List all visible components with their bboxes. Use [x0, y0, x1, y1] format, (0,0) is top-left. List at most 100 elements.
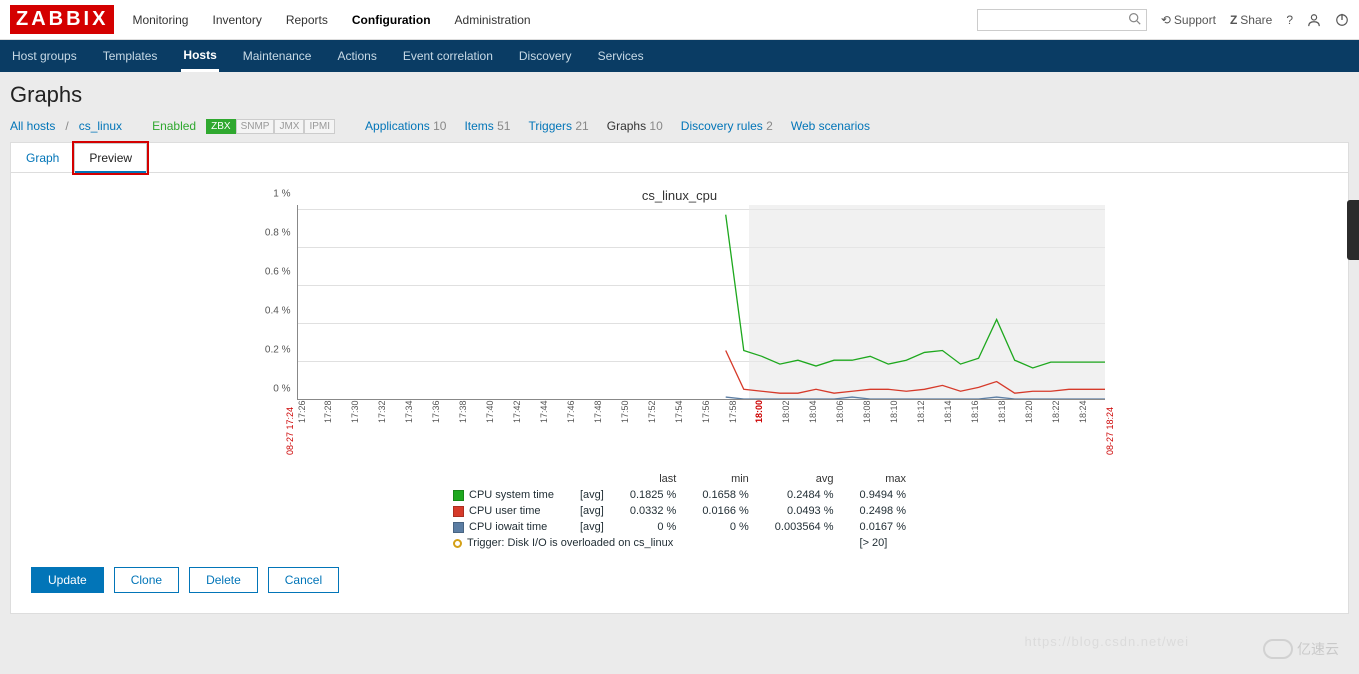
share-icon: Z [1230, 13, 1237, 27]
cancel-button[interactable]: Cancel [268, 567, 339, 593]
sub-menu-hosts[interactable]: Hosts [181, 40, 218, 72]
user-icon[interactable] [1307, 13, 1321, 27]
update-button[interactable]: Update [31, 567, 104, 593]
x-tick: 17:46 [566, 400, 593, 455]
x-tick: 17:38 [458, 400, 485, 455]
top-menu-monitoring[interactable]: Monitoring [129, 3, 191, 37]
x-tick: 18:00 [754, 400, 781, 455]
cloud-icon [1263, 639, 1293, 659]
clone-button[interactable]: Clone [114, 567, 179, 593]
x-tick: 18:18 [997, 400, 1024, 455]
top-menu-reports[interactable]: Reports [283, 3, 331, 37]
x-axis: 17:2617:2817:3017:3217:3417:3617:3817:40… [297, 400, 1105, 455]
x-tick: 17:48 [593, 400, 620, 455]
top-menu-inventory[interactable]: Inventory [209, 3, 264, 37]
share-link[interactable]: Z Share [1230, 13, 1272, 27]
support-label: Support [1174, 13, 1216, 27]
legend-header: last [618, 472, 688, 486]
badge-ipmi: IPMI [304, 119, 335, 134]
tab-preview[interactable]: Preview [74, 143, 147, 173]
x-tick: 18:22 [1051, 400, 1078, 455]
sub-menu-maintenance[interactable]: Maintenance [241, 40, 314, 72]
x-tick: 18:02 [781, 400, 808, 455]
legend-header: max [848, 472, 918, 486]
sub-menu-actions[interactable]: Actions [335, 40, 378, 72]
x-tick: 17:56 [701, 400, 728, 455]
hostnav-discovery-rules[interactable]: Discovery rules 2 [681, 119, 773, 133]
y-axis: 0 %0.2 %0.4 %0.6 %0.8 %1 % [255, 205, 297, 400]
x-tick: 17:54 [674, 400, 701, 455]
sub-menu-services[interactable]: Services [596, 40, 646, 72]
search-input[interactable] [977, 9, 1147, 31]
chart: cs_linux_cpu 0 %0.2 %0.4 %0.6 %0.8 %1 % … [255, 188, 1105, 552]
search-icon [1128, 12, 1141, 28]
delete-button[interactable]: Delete [189, 567, 258, 593]
hostnav-items[interactable]: Items 51 [464, 119, 510, 133]
plot-area [297, 205, 1105, 400]
x-tick: 17:30 [350, 400, 377, 455]
breadcrumb-sep: / [65, 119, 68, 133]
x-tick: 17:36 [431, 400, 458, 455]
badge-snmp: SNMP [236, 119, 275, 134]
sub-menu-templates[interactable]: Templates [101, 40, 160, 72]
hostnav-applications[interactable]: Applications 10 [365, 119, 446, 133]
top-menu-configuration[interactable]: Configuration [349, 3, 434, 37]
sub-menu-host-groups[interactable]: Host groups [10, 40, 79, 72]
hostnav-web-scenarios[interactable]: Web scenarios [791, 119, 870, 133]
x-tick: 18:24 [1078, 400, 1105, 455]
hostnav-graphs[interactable]: Graphs 10 [607, 119, 663, 133]
x-tick: 17:28 [323, 400, 350, 455]
support-link[interactable]: ⟲ Support [1161, 13, 1216, 27]
x-tick: 17:40 [485, 400, 512, 455]
y-tick: 0 % [273, 384, 290, 395]
x-tick: 17:34 [404, 400, 431, 455]
page-title: Graphs [10, 82, 1349, 108]
sub-menu-event-correlation[interactable]: Event correlation [401, 40, 495, 72]
x-tick: 18:06 [835, 400, 862, 455]
x-tick: 18:20 [1024, 400, 1051, 455]
form-tabs: GraphPreview [10, 142, 1349, 172]
watermark-brand: 亿速云 [1263, 639, 1339, 659]
share-label: Share [1240, 13, 1272, 27]
badge-zbx: ZBX [206, 119, 235, 134]
trigger-row: Trigger: Disk I/O is overloaded on cs_li… [441, 536, 918, 550]
logo[interactable]: ZABBIX [10, 5, 114, 34]
y-tick: 0.2 % [265, 345, 291, 356]
host-context-bar: All hosts / cs_linux Enabled ZBXSNMPJMXI… [10, 118, 1349, 134]
side-scroll-handle[interactable] [1347, 200, 1359, 260]
y-tick: 1 % [273, 189, 290, 200]
x-tick: 18:16 [970, 400, 997, 455]
tab-graph[interactable]: Graph [11, 143, 74, 173]
y-tick: 0.8 % [265, 228, 291, 239]
watermark-url: https://blog.csdn.net/wei [1025, 634, 1189, 649]
x-tick: 18:08 [862, 400, 889, 455]
watermark-text: 亿速云 [1297, 639, 1339, 659]
action-buttons: Update Clone Delete Cancel [31, 567, 1328, 593]
legend-header: avg [763, 472, 846, 486]
x-tick: 17:58 [728, 400, 755, 455]
top-menu: Monitoring Inventory Reports Configuration A… [129, 3, 976, 37]
breadcrumb-all-hosts[interactable]: All hosts [10, 119, 55, 133]
top-menu-administration[interactable]: Administration [452, 3, 534, 37]
x-tick: 18:12 [916, 400, 943, 455]
top-bar: ZABBIX Monitoring Inventory Reports Configu… [0, 0, 1359, 40]
y-tick: 0.6 % [265, 267, 291, 278]
x-tick: 17:44 [539, 400, 566, 455]
hostnav-triggers[interactable]: Triggers 21 [528, 119, 588, 133]
legend-table: lastminavgmax CPU system time[avg]0.1825… [439, 470, 920, 552]
legend-header: min [690, 472, 760, 486]
legend-header [441, 472, 566, 486]
legend-row: CPU system time[avg]0.1825 %0.1658 %0.24… [441, 488, 918, 502]
chart-title: cs_linux_cpu [255, 188, 1105, 203]
sub-menu-discovery[interactable]: Discovery [517, 40, 574, 72]
badge-jmx: JMX [274, 119, 304, 134]
preview-panel: cs_linux_cpu 0 %0.2 %0.4 %0.6 %0.8 %1 % … [10, 172, 1349, 614]
x-tick: 17:52 [647, 400, 674, 455]
legend-header [568, 472, 616, 486]
interface-badges: ZBXSNMPJMXIPMI [206, 118, 335, 134]
help-icon[interactable]: ? [1286, 13, 1293, 27]
top-right-tools: ⟲ Support Z Share ? [977, 9, 1349, 31]
x-tick: 18:04 [808, 400, 835, 455]
power-icon[interactable] [1335, 13, 1349, 27]
breadcrumb-host[interactable]: cs_linux [79, 119, 122, 133]
